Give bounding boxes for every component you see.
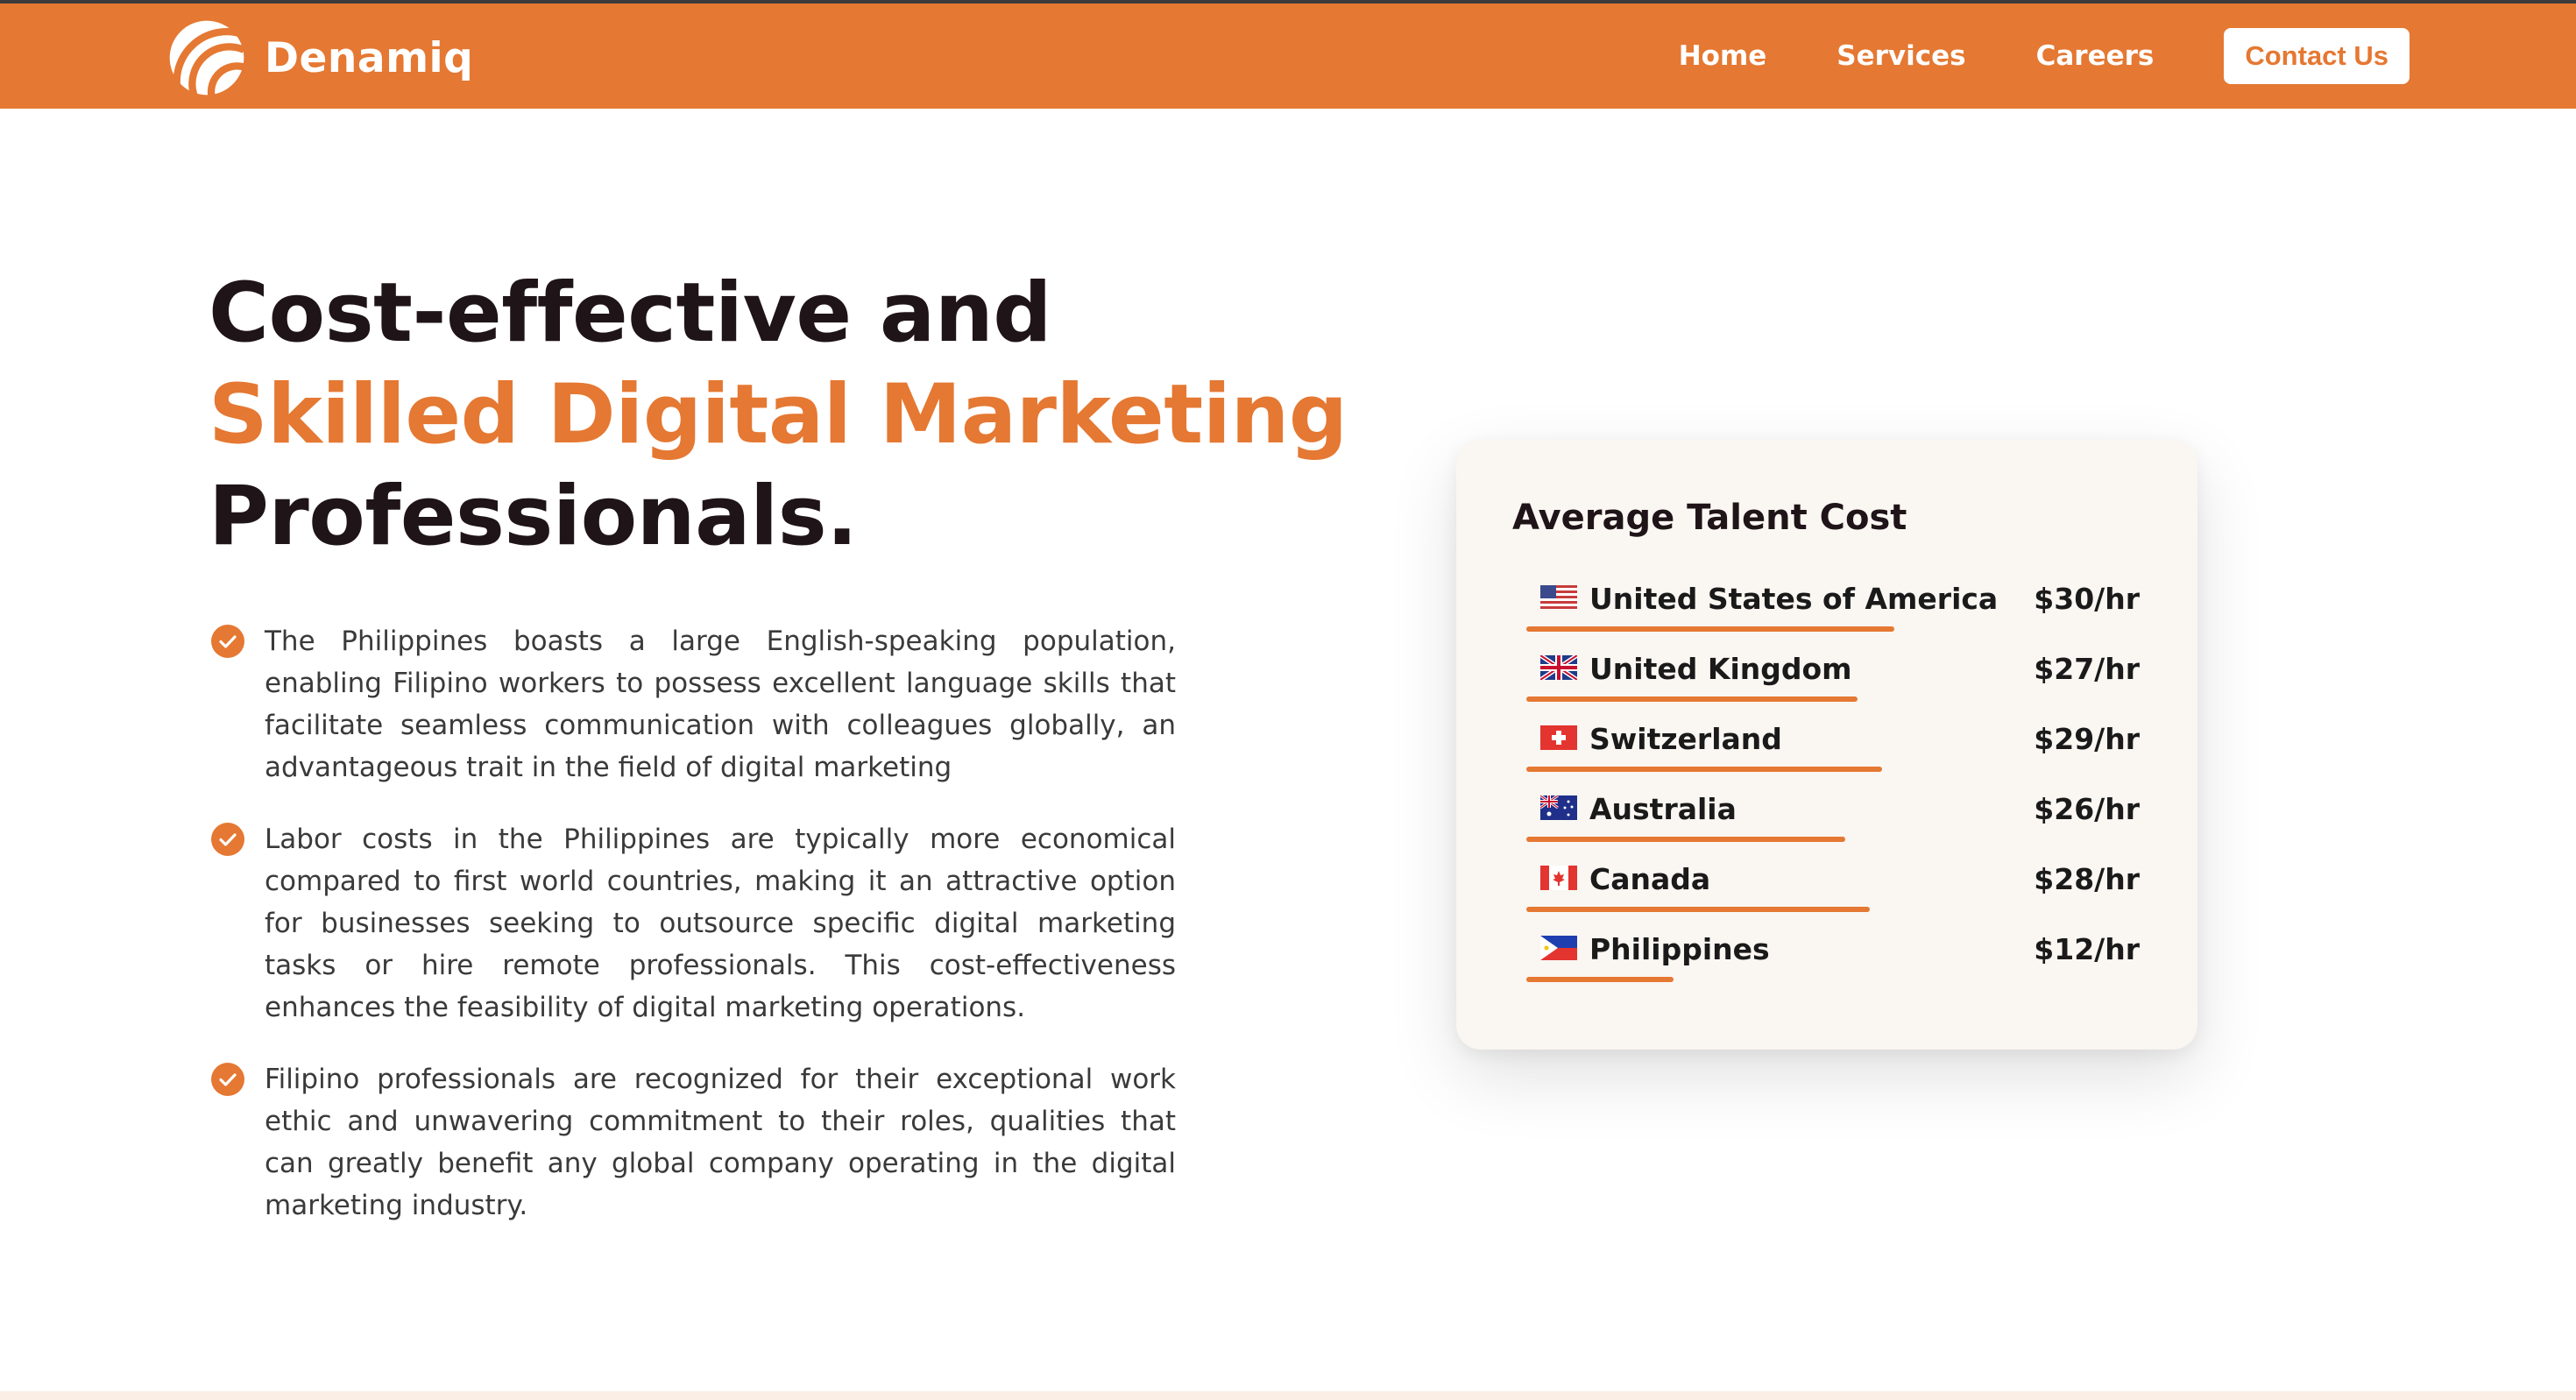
cost-bar bbox=[1526, 837, 1845, 842]
check-circle-icon bbox=[211, 1063, 244, 1096]
check-circle-icon bbox=[211, 625, 244, 658]
talent-cost-row: Switzerland $29/hr bbox=[1526, 720, 2140, 790]
country-price: $26/hr bbox=[2034, 792, 2140, 826]
talent-cost-list: United States of America $30/hr United K… bbox=[1526, 580, 2140, 1001]
talent-cost-row: Philippines $12/hr bbox=[1526, 930, 2140, 1001]
card-title: Average Talent Cost bbox=[1512, 498, 1907, 538]
brand-name: Denamiq bbox=[265, 33, 474, 82]
benefit-item: Filipino professionals are recognized fo… bbox=[210, 1058, 1176, 1227]
country-price: $12/hr bbox=[2034, 932, 2140, 966]
us-flag-icon bbox=[1540, 585, 1577, 610]
cost-bar bbox=[1526, 767, 1882, 772]
country-price: $28/hr bbox=[2034, 862, 2140, 896]
australia-flag-icon bbox=[1540, 795, 1577, 820]
hero-title: Cost-effective and Skilled Digital Marke… bbox=[209, 263, 1348, 568]
cost-bar bbox=[1526, 626, 1894, 632]
brand-logo[interactable]: Denamiq bbox=[166, 18, 473, 98]
contact-us-button[interactable]: Contact Us bbox=[2224, 28, 2410, 84]
main-nav: Home Services Careers Contact Us bbox=[1679, 28, 2410, 84]
brand-logo-icon bbox=[169, 20, 247, 97]
talent-cost-row: Canada $28/hr bbox=[1526, 860, 2140, 930]
benefit-item: The Philippines boasts a large English-s… bbox=[210, 620, 1176, 788]
footer-strip bbox=[0, 1391, 2576, 1400]
uk-flag-icon bbox=[1540, 655, 1577, 680]
hero-title-part1: Cost-effective and bbox=[209, 265, 1052, 361]
talent-cost-row: Australia $26/hr bbox=[1526, 790, 2140, 860]
canada-flag-icon bbox=[1540, 866, 1577, 890]
country-name: Switzerland bbox=[1589, 722, 1782, 756]
philippines-flag-icon bbox=[1540, 936, 1577, 960]
country-name: Philippines bbox=[1589, 932, 1770, 966]
site-header: Denamiq Home Services Careers Contact Us bbox=[0, 4, 2576, 109]
hero-title-part2: Professionals. bbox=[209, 469, 858, 564]
nav-home-link[interactable]: Home bbox=[1679, 40, 1767, 72]
cost-bar bbox=[1526, 907, 1870, 912]
check-circle-icon bbox=[211, 823, 244, 856]
country-price: $30/hr bbox=[2034, 582, 2140, 616]
swiss-flag-icon bbox=[1540, 725, 1577, 750]
cost-bar bbox=[1526, 977, 1674, 982]
benefit-text: Labor costs in the Philippines are typic… bbox=[265, 824, 1176, 1023]
benefit-list: The Philippines boasts a large English-s… bbox=[210, 620, 1176, 1256]
talent-cost-row: United States of America $30/hr bbox=[1526, 580, 2140, 650]
benefit-text: The Philippines boasts a large English-s… bbox=[265, 626, 1176, 783]
country-name: Canada bbox=[1589, 862, 1711, 896]
nav-careers-link[interactable]: Careers bbox=[2036, 40, 2155, 72]
cost-bar bbox=[1526, 696, 1858, 702]
benefit-item: Labor costs in the Philippines are typic… bbox=[210, 818, 1176, 1029]
country-price: $27/hr bbox=[2034, 652, 2140, 686]
country-name: United Kingdom bbox=[1589, 652, 1852, 686]
country-price: $29/hr bbox=[2034, 722, 2140, 756]
benefit-text: Filipino professionals are recognized fo… bbox=[265, 1064, 1176, 1221]
hero-title-accent: Skilled Digital Marketing bbox=[209, 367, 1348, 463]
talent-cost-card: Average Talent Cost United States of Ame… bbox=[1456, 440, 2197, 1050]
talent-cost-row: United Kingdom $27/hr bbox=[1526, 650, 2140, 720]
country-name: United States of America bbox=[1589, 582, 1999, 616]
country-name: Australia bbox=[1589, 792, 1737, 826]
nav-services-link[interactable]: Services bbox=[1836, 40, 1965, 72]
